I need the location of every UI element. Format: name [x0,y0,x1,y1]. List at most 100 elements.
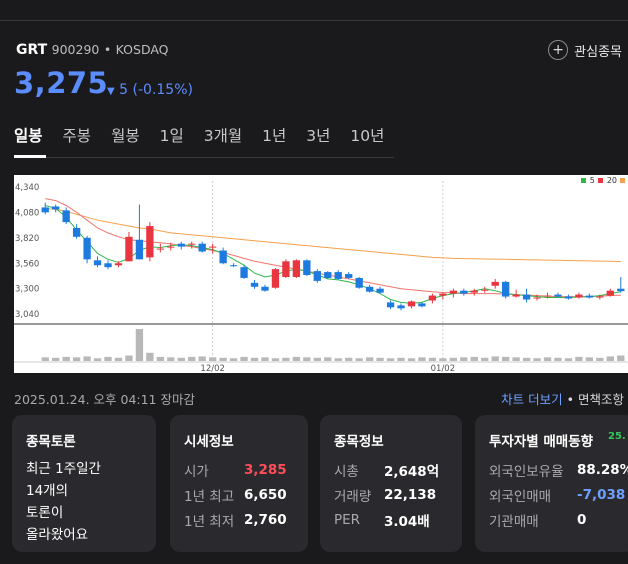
volume-bar [449,357,458,361]
candle-body [501,281,510,297]
candle-body [52,206,60,210]
volume-bar [617,355,625,361]
candle-body [533,297,541,299]
volume-bar [345,357,353,361]
candle-body [596,296,604,298]
volume-bar [41,357,49,361]
label-year-low: 1년 최저 [184,513,235,530]
candle-body [72,228,81,237]
discussion-text: 최근 1주일간 14개의 토론이 올라왔어요 [26,458,101,546]
chart-svg: 4,340 4,080 3,820 3,560 3,300 3,040 12/02 01/02 [14,181,628,374]
chart-more-link[interactable]: 차트 더보기 [501,392,562,407]
favorite-button[interactable]: + 관심종목 [548,40,622,60]
y-tick-label: 3,300 [15,285,39,295]
volume-bar [596,357,604,361]
candle-body [606,290,614,296]
price-chart[interactable]: 4,340 4,080 3,820 3,560 3,300 3,040 12/02 01/02… [14,175,628,374]
volume-bar [386,358,395,361]
quote-row-open: 시가 3,285 [184,457,287,482]
candle-body [303,260,311,276]
volume-bar [376,357,384,361]
label-marketcap: 시총 [334,463,359,480]
volume-bar [606,356,614,361]
candle-body [554,294,562,297]
volume-bar [533,358,541,361]
volume-bar [125,355,133,361]
y-tick-label: 3,820 [15,234,39,244]
candle-body [261,286,269,291]
candle-body [188,243,196,245]
candle-body [376,288,384,293]
tab-10year[interactable]: 10년 [350,124,384,146]
quote-rows: 시가 3,285 1년 최고 6,650 1년 최저 2,760 [184,457,287,532]
tab-1year[interactable]: 1년 [262,124,286,146]
label-year-high: 1년 최고 [184,488,235,505]
candle-body [355,277,363,288]
volume-bar [240,356,248,361]
ma5-legend-swatch [580,178,586,183]
candle-body [428,295,437,301]
volume-bar [439,358,447,361]
candle-body [292,260,301,277]
ma20-legend-swatch [597,178,603,183]
chart-footer-links: 차트 더보기 • 면책조항 [501,389,624,408]
tab-3year[interactable]: 3년 [306,124,330,146]
favorite-label: 관심종목 [574,44,622,60]
active-tab-indicator [14,155,46,158]
discussion-line: 최근 1주일간 [26,461,101,477]
tab-1day[interactable]: 1일 [160,124,184,146]
candle-body [282,261,290,277]
volume-bar [83,356,91,361]
volume-bar [261,357,269,361]
value-marketcap: 2,648억 [384,463,440,480]
volume-bar [303,357,311,361]
candle-body [114,263,123,266]
volume-bar [365,357,374,361]
volume-bar [470,356,478,361]
x-tick-label: 12/02 [200,364,225,373]
investor-row-institution-trade: 기관매매 0 [489,507,628,532]
volume-bar [481,357,489,361]
volume-bar [52,357,60,361]
top-divider [0,20,628,21]
discussion-card[interactable]: 종목토론 최근 1주일간 14개의 토론이 올라왔어요 [12,415,156,552]
tab-monthly[interactable]: 월봉 [111,124,140,146]
volume-bar [177,357,185,361]
tab-3month[interactable]: 3개월 [204,124,242,146]
info-card[interactable]: 종목정보 시총 2,648억 거래량 22,138 PER 3.04배 [320,415,462,552]
volume-bar [208,357,217,361]
volume-bar [62,356,70,361]
info-row-marketcap: 시총 2,648억 [334,457,439,482]
quote-card[interactable]: 시세정보 시가 3,285 1년 최고 6,650 1년 최저 2,760 [170,415,308,552]
quote-row-year-low: 1년 최저 2,760 [184,507,287,532]
candle-body [491,281,499,286]
candle-body [198,243,206,252]
candle-body [313,271,321,281]
candle-body [135,239,144,260]
investor-card[interactable]: 투자자별 매매동향 25. 외국인보유율 88.28% 외국인매매 -7,038 기… [475,415,628,552]
candle-body [229,265,238,267]
x-tick-label: 01/02 [431,364,456,373]
change-percent: (-0.15%) [132,82,193,98]
tab-daily[interactable]: 일봉 [14,124,43,146]
value-year-low: 2,760 [244,511,287,528]
volume-bar [292,356,301,361]
candle-body [250,282,259,287]
volume-bar [146,352,154,361]
investor-title: 투자자별 매매동향 [489,434,594,450]
volume-bar [397,357,405,361]
label-foreign-ratio: 외국인보유율 [489,463,564,480]
info-title: 종목정보 [334,434,384,450]
disclaimer-link[interactable]: • 면책조항 [567,392,624,407]
candle-body [418,303,426,307]
volume-bar [93,358,102,361]
change-amount: 5 [119,82,129,98]
candle-body [585,295,594,298]
volume-bar [219,357,227,361]
candle-body [617,288,625,292]
tab-weekly[interactable]: 주봉 [63,124,92,146]
candle-body [512,294,520,297]
legend-ma20: 20 [606,176,617,185]
label-institution-trade: 기관매매 [489,513,539,530]
discussion-line: 올라왔어요 [26,527,89,543]
